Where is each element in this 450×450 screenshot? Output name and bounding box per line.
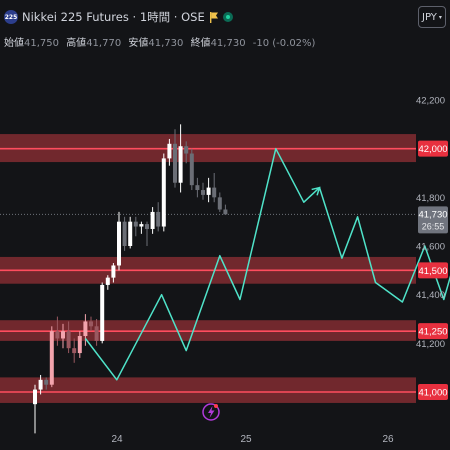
price-tick-label: 42,200: [416, 96, 445, 107]
candle-body: [178, 146, 183, 183]
candle-body: [122, 221, 127, 246]
time-tick-label: 26: [382, 434, 394, 445]
price-tick-label: 41,800: [416, 193, 445, 204]
low-value: 41,730: [148, 38, 184, 49]
candle-body: [83, 321, 88, 337]
candle-body: [184, 146, 189, 154]
flag-icon[interactable]: [209, 11, 219, 23]
level-badge-label: 41,500: [418, 266, 447, 277]
zone-band: [0, 377, 416, 403]
candle-body: [167, 143, 172, 159]
open-label: 始値: [4, 38, 24, 49]
current-price-label: 41,730: [418, 209, 447, 220]
candle-body: [72, 348, 77, 354]
candle-body: [206, 187, 211, 195]
chart-canvas[interactable]: 42,200 41,800 41,600 41,400 41,200 24 25 26 42…: [0, 0, 450, 450]
candle-body: [201, 190, 205, 195]
candle-body: [66, 331, 71, 349]
lightning-icon[interactable]: [202, 403, 220, 421]
level-badge-label: 42,000: [418, 144, 447, 155]
candle-body: [133, 221, 138, 227]
time-axis[interactable]: 24 25 26: [111, 434, 394, 445]
candle-body: [117, 221, 121, 266]
candle-body: [105, 277, 110, 285]
change-value: -10 (-0.02%): [252, 38, 316, 49]
zones-layer: [0, 134, 416, 403]
time-tick-label: 24: [111, 434, 123, 445]
chart-header: 225 Nikkei 225 Futures · 1時間 · OSE: [4, 8, 233, 26]
candle-body: [89, 321, 93, 327]
symbol-title[interactable]: Nikkei 225 Futures · 1時間 · OSE: [22, 9, 205, 25]
currency-label: JPY: [422, 11, 437, 23]
price-badges: 42,000 41,500 41,250 41,000 41,73026:55: [418, 140, 448, 400]
candle-body: [128, 221, 133, 246]
candle-body: [100, 284, 105, 341]
high-label: 高値: [66, 38, 87, 49]
candle-body: [61, 331, 65, 339]
candle-body: [195, 185, 200, 191]
close-value: 41,730: [210, 38, 246, 49]
candle-body: [223, 209, 228, 215]
candle-body: [150, 211, 155, 229]
candle-body: [77, 336, 82, 354]
price-tick-label: 41,600: [416, 242, 445, 253]
candle-body: [94, 326, 99, 341]
candle-body: [55, 331, 60, 339]
high-value: 41,770: [86, 38, 122, 49]
close-label: 終値: [190, 38, 211, 49]
chevron-down-icon: ▾: [438, 13, 442, 21]
level-badge-label: 41,000: [418, 388, 447, 399]
price-tick-label: 41,200: [416, 339, 445, 350]
open-value: 41,750: [24, 38, 59, 49]
candle-body: [156, 211, 161, 227]
currency-selector[interactable]: JPY ▾: [418, 6, 446, 28]
low-label: 安値: [128, 38, 149, 49]
candle-body: [49, 331, 54, 385]
level-badge-label: 41,250: [418, 327, 447, 338]
candle-body: [33, 389, 37, 405]
candle-body: [189, 153, 194, 186]
candle-body: [173, 143, 177, 183]
symbol-logo[interactable]: 225: [4, 10, 18, 24]
time-tick-label: 25: [240, 434, 252, 445]
price-tick-label: 41,400: [416, 290, 445, 301]
ohlc-legend: 始値41,750 高値41,770 安値41,730 終値41,730 -10 …: [4, 34, 319, 49]
candle-body: [44, 379, 49, 385]
countdown-label: 26:55: [422, 221, 445, 231]
candle-body: [217, 197, 222, 210]
candle-body: [161, 158, 166, 227]
candle-body: [38, 379, 43, 390]
candle-body: [212, 187, 217, 198]
candle-body: [139, 224, 144, 227]
market-status-icon[interactable]: [222, 12, 233, 22]
candle-body: [145, 224, 149, 229]
candle-body: [111, 265, 116, 278]
